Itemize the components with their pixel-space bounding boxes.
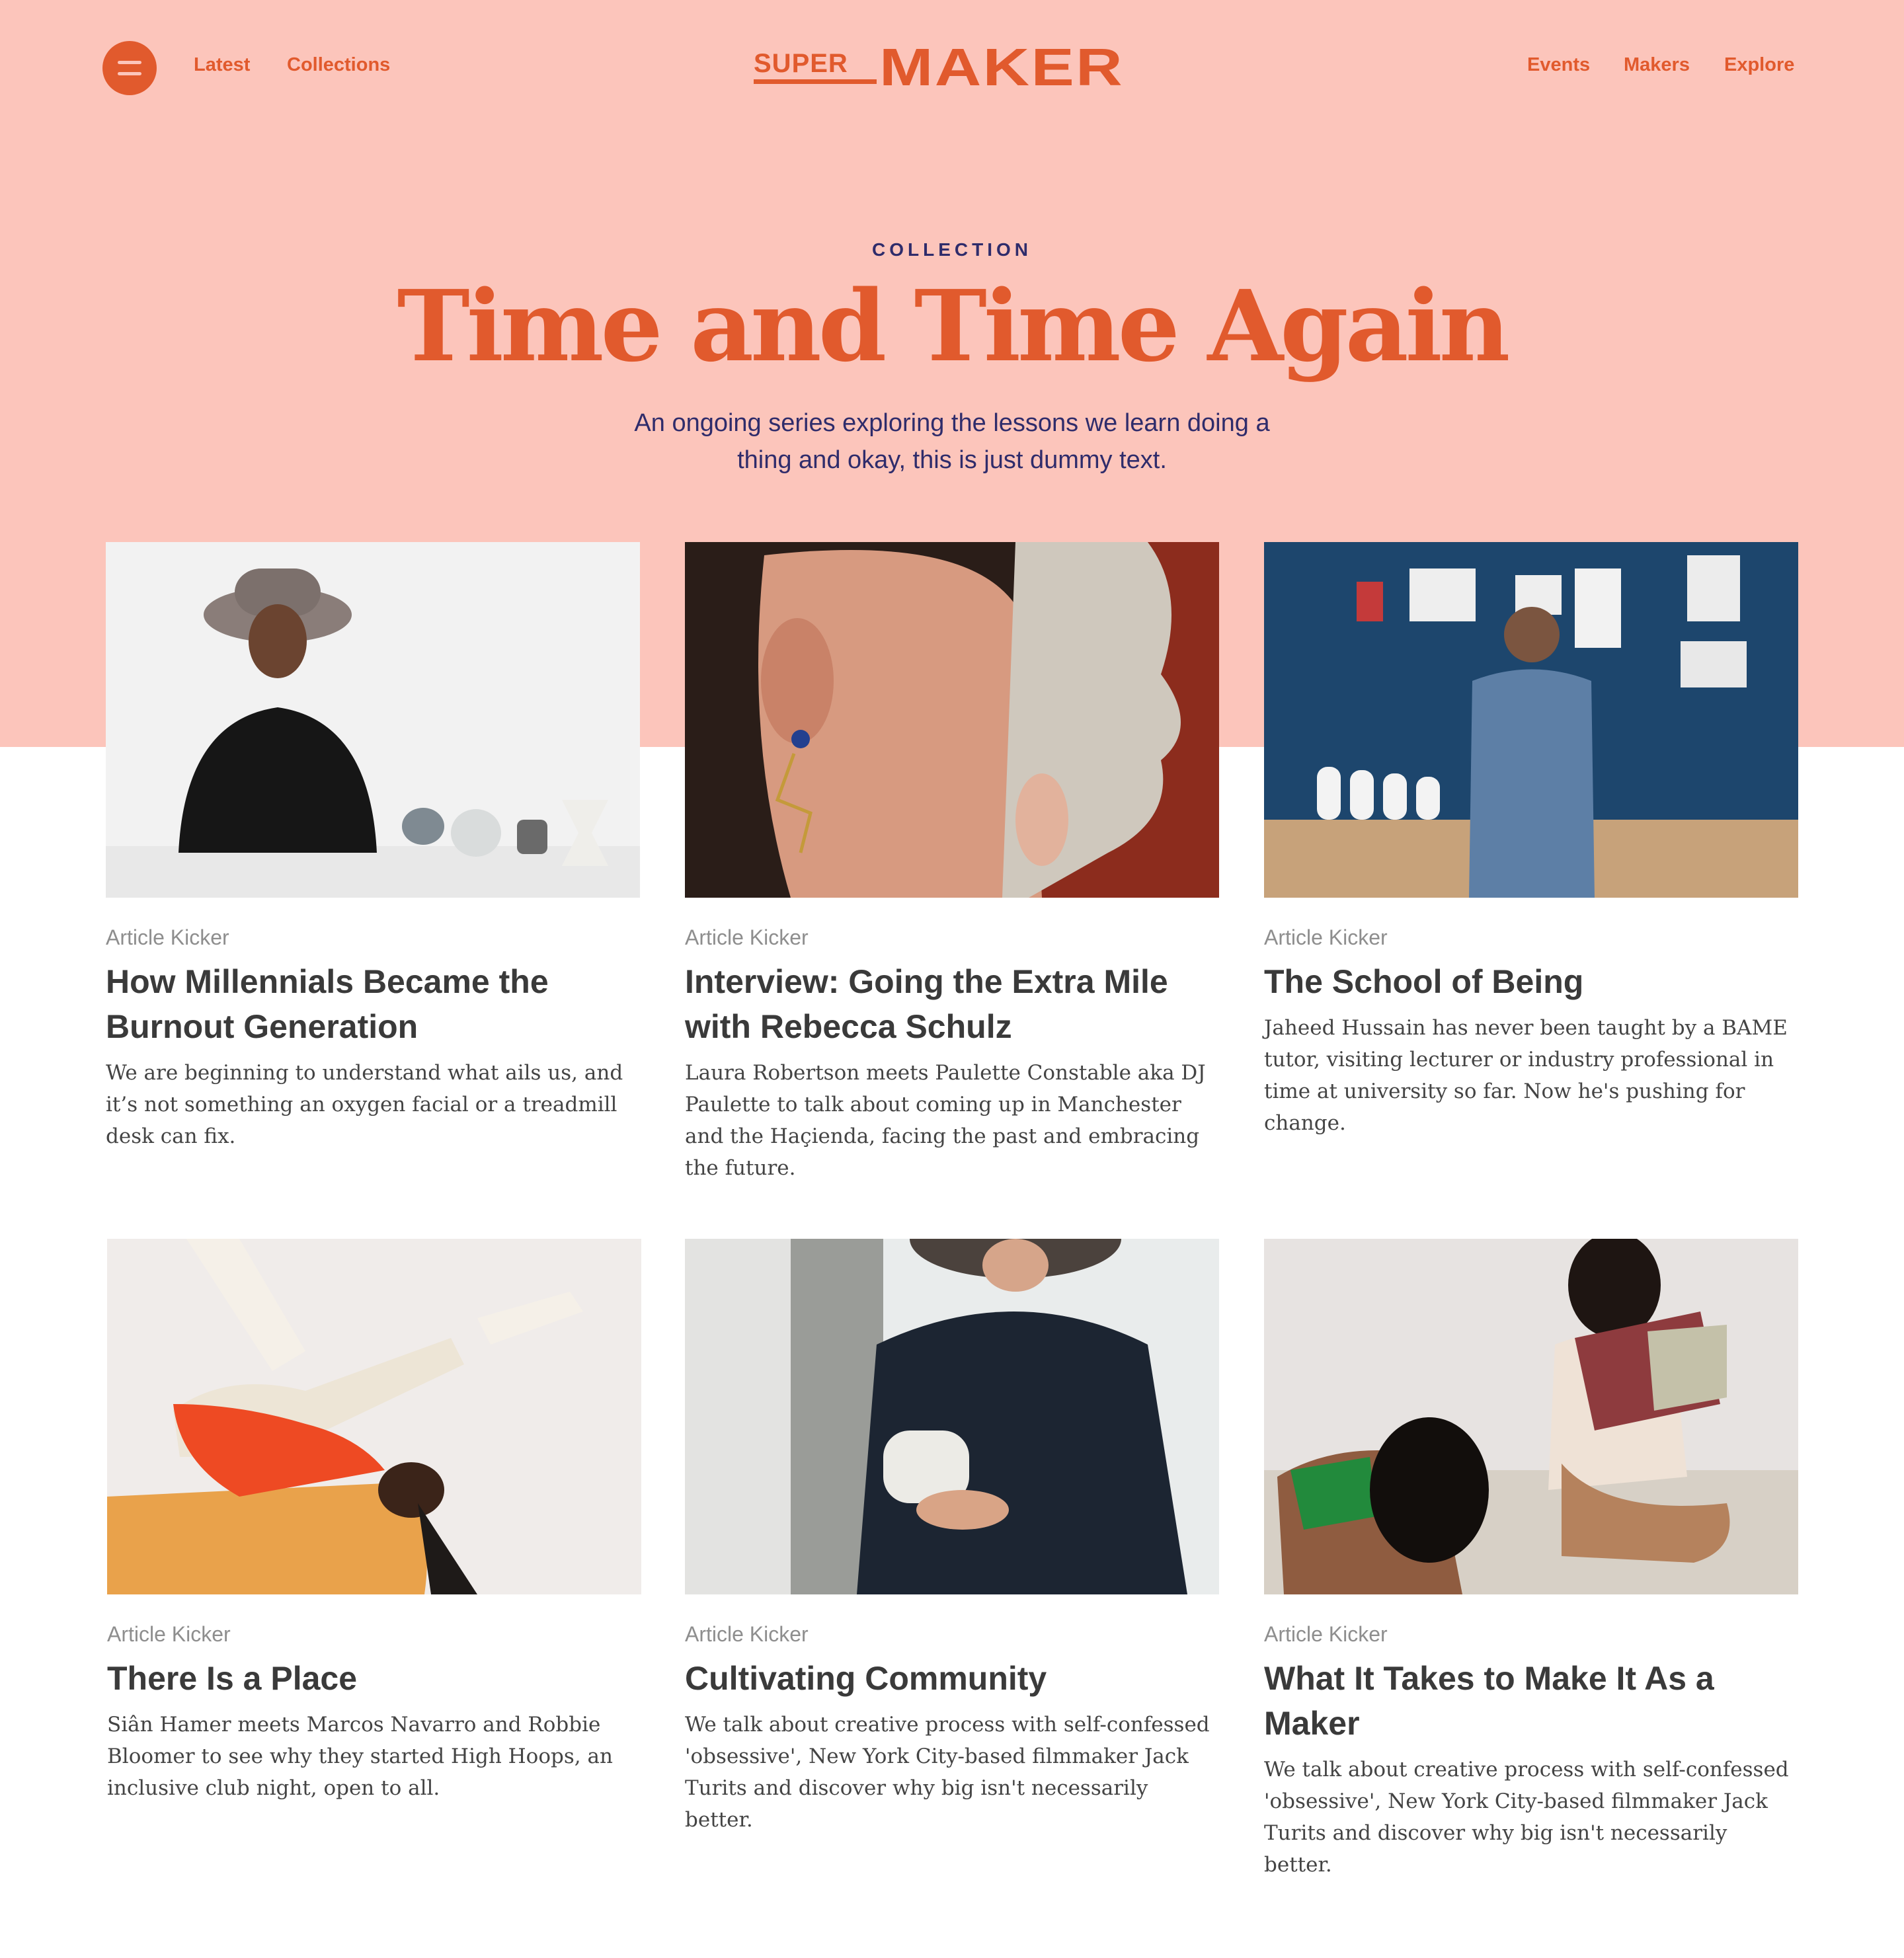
top-nav: Latest Collections SUPER MAKER Events Ma… [0,0,1904,139]
article-title[interactable]: What It Takes to Make It As a Maker [1264,1656,1798,1746]
article-image[interactable] [106,542,640,898]
article-excerpt: We talk about creative process with self… [1264,1758,1789,1877]
nav-link-makers[interactable]: Makers [1624,54,1690,76]
article-image[interactable] [685,542,1219,898]
article-kicker: Article Kicker [106,925,229,949]
article-card[interactable]: Article Kicker The School of Being Jahee… [1264,542,1798,1139]
article-card[interactable]: Article Kicker Cultivating Community We … [685,1239,1219,1836]
article-title[interactable]: How Millennials Became the Burnout Gener… [106,959,640,1049]
article-excerpt: Laura Robertson meets Paulette Constable… [685,1061,1206,1180]
nav-link-explore[interactable]: Explore [1724,54,1794,76]
site-logo[interactable]: SUPER MAKER [752,38,1152,97]
logo-underline [754,79,877,84]
article-kicker: Article Kicker [107,1622,231,1646]
logo-maker: MAKER [879,38,1125,97]
nav-link-events[interactable]: Events [1527,54,1590,76]
logo-super: SUPER [754,49,848,78]
article-title[interactable]: The School of Being [1264,959,1798,1004]
article-excerpt: Siân Hamer meets Marcos Navarro and Robb… [107,1713,613,1800]
collection-kicker: COLLECTION [872,239,1032,260]
article-image[interactable] [107,1239,641,1594]
article-title[interactable]: Cultivating Community [685,1656,1219,1701]
article-excerpt: We are beginning to understand what ails… [106,1061,623,1148]
hamburger-menu-icon[interactable] [102,41,157,95]
article-card[interactable]: Article Kicker Interview: Going the Extr… [685,542,1219,1184]
article-title[interactable]: There Is a Place [107,1656,641,1701]
article-excerpt: Jaheed Hussain has never been taught by … [1264,1016,1788,1135]
page-title: Time and Time Again [397,268,1511,383]
article-kicker: Article Kicker [1264,925,1388,949]
article-kicker: Article Kicker [685,925,809,949]
article-kicker: Article Kicker [685,1622,809,1646]
article-image[interactable] [1264,1239,1798,1594]
article-image[interactable] [685,1239,1219,1594]
page-subtitle: An ongoing series exploring the lessons … [634,409,1270,474]
nav-link-collections[interactable]: Collections [287,54,390,76]
article-kicker: Article Kicker [1264,1622,1388,1646]
article-title[interactable]: Interview: Going the Extra Mile with Reb… [685,959,1219,1049]
article-card[interactable]: Article Kicker What It Takes to Make It … [1264,1239,1798,1881]
article-card[interactable]: Article Kicker There Is a Place Siân Ham… [107,1239,641,1804]
article-image[interactable] [1264,542,1798,898]
article-card[interactable]: Article Kicker How Millennials Became th… [106,542,640,1152]
nav-link-latest[interactable]: Latest [194,54,250,76]
article-excerpt: We talk about creative process with self… [685,1713,1210,1832]
